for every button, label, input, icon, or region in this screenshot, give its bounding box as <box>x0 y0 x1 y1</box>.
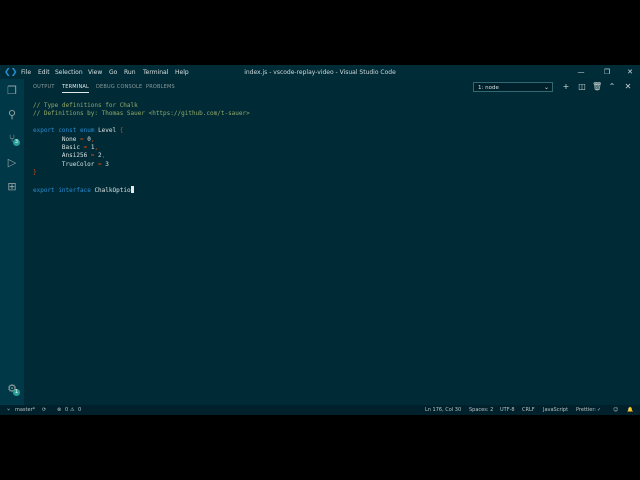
close-icon[interactable]: ✕ <box>620 67 640 77</box>
settings-badge: 1 <box>13 389 20 396</box>
title-bar: ❮❯ File Edit Selection View Go Run Termi… <box>0 65 640 79</box>
terminal-line: // Definitions by: Thomas Sauer <https:/… <box>33 110 250 118</box>
split-terminal-icon[interactable]: ◫ <box>577 83 587 93</box>
code-token: 0 <box>83 135 91 143</box>
search-icon[interactable]: ⚲ <box>4 107 20 123</box>
feedback-icon[interactable]: ☺ <box>613 407 618 413</box>
terminal-select-value: 1: node <box>478 85 499 91</box>
chevron-down-icon: ⌄ <box>543 84 549 91</box>
code-token: 3 <box>101 160 109 168</box>
code-token: // Definitions by: Thomas Sauer <https:/… <box>33 110 250 118</box>
run-debug-icon[interactable]: ▷ <box>4 155 20 171</box>
code-token: enum <box>80 127 95 135</box>
code-token: Basic <box>33 143 84 151</box>
problems-count[interactable]: 0 <box>65 407 68 413</box>
indentation[interactable]: Spaces: 2 <box>469 407 493 413</box>
code-token: Level <box>94 127 120 135</box>
terminal-line: None = 0, <box>33 136 250 144</box>
activity-bar: ❐ ⚲ ⑂ 3 ▷ ⊞ ⚙ 1 <box>0 79 24 405</box>
terminal-select[interactable]: 1: node ⌄ <box>473 82 553 92</box>
terminal-panel: OUTPUT TERMINAL DEBUG CONSOLE PROBLEMS 1… <box>24 79 640 405</box>
scm-badge: 3 <box>13 139 20 146</box>
settings-gear-icon[interactable]: ⚙ 1 <box>4 381 20 397</box>
close-panel-icon[interactable]: ✕ <box>623 83 633 93</box>
code-token: { <box>119 127 124 135</box>
code-token: TrueColor <box>33 160 99 168</box>
maximize-panel-icon[interactable]: ⌃ <box>607 83 617 93</box>
code-token: , <box>101 152 106 160</box>
notifications-bell-icon[interactable]: 🔔 <box>627 407 633 413</box>
window-title: index.js - vscode-replay-video - Visual … <box>244 69 396 76</box>
code-token: export <box>33 127 55 135</box>
code-token: , <box>94 143 99 151</box>
explorer-icon[interactable]: ❐ <box>4 83 20 99</box>
status-bar: ⑂ master* ⟳ ⊗ 0 ⚠ 0 Ln 176, Col 30 Space… <box>0 405 640 415</box>
maximize-icon[interactable]: ❐ <box>597 67 617 77</box>
terminal-line: export const enum Level { <box>33 127 250 135</box>
new-terminal-icon[interactable]: + <box>561 83 571 93</box>
branch-icon: ⑂ <box>7 407 11 413</box>
panel-tabs: OUTPUT TERMINAL DEBUG CONSOLE PROBLEMS 1… <box>24 79 640 95</box>
warning-icon: ⚠ <box>70 407 75 413</box>
code-token: export <box>33 186 55 194</box>
text-cursor <box>130 185 134 193</box>
error-icon: ⊗ <box>57 407 62 413</box>
terminal-line: Ansi256 = 2, <box>33 152 250 160</box>
check-icon: ✓ <box>597 407 602 413</box>
minimize-icon[interactable]: — <box>571 67 591 77</box>
terminal-line: Basic = 1, <box>33 144 250 152</box>
terminal-content[interactable]: // Type definitions for Chalk// Definiti… <box>33 102 250 194</box>
sync-icon[interactable]: ⟳ <box>42 407 46 413</box>
line-endings[interactable]: CRLF <box>522 407 535 413</box>
extensions-icon[interactable]: ⊞ <box>4 179 20 195</box>
cursor-position[interactable]: Ln 176, Col 30 <box>425 407 461 413</box>
tab-problems[interactable]: PROBLEMS <box>146 84 175 90</box>
code-token: // Type definitions for Chalk <box>33 102 138 109</box>
code-token: Ansi256 <box>33 152 91 160</box>
tab-output[interactable]: OUTPUT <box>33 84 55 90</box>
terminal-line: // Type definitions for Chalk <box>33 102 250 110</box>
terminal-line: } <box>33 169 250 177</box>
code-token: ChalkOptio <box>90 186 131 194</box>
language-mode[interactable]: JavaScript <box>543 407 568 413</box>
code-token: None <box>33 135 80 143</box>
code-token: const <box>58 127 77 135</box>
code-token: interface <box>58 186 91 194</box>
warnings-count[interactable]: 0 <box>78 407 81 413</box>
code-token: } <box>33 169 37 177</box>
vscode-window: ❮❯ File Edit Selection View Go Run Termi… <box>0 65 640 415</box>
terminal-line: export interface ChalkOptio <box>33 185 250 194</box>
terminal-line: TrueColor = 3 <box>33 161 250 169</box>
encoding[interactable]: UTF-8 <box>500 407 515 413</box>
code-token: 2 <box>94 152 102 160</box>
kill-terminal-icon[interactable]: 🗑 <box>592 83 602 93</box>
source-control-icon[interactable]: ⑂ 3 <box>4 131 20 147</box>
tab-terminal[interactable]: TERMINAL <box>62 84 90 93</box>
tab-debug-console[interactable]: DEBUG CONSOLE <box>96 84 142 90</box>
formatter[interactable]: Prettier: <box>576 407 596 413</box>
code-token: , <box>90 135 95 143</box>
branch-name[interactable]: master* <box>15 407 35 413</box>
